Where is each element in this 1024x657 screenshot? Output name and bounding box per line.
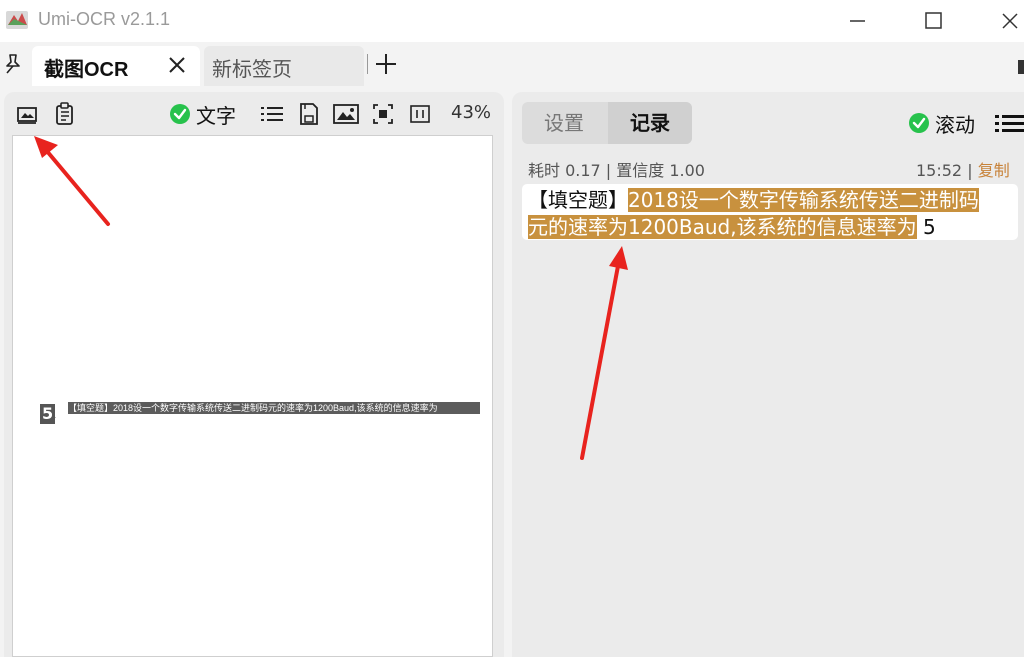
zoom-level: 43% bbox=[451, 102, 492, 123]
ocr-highlight-1: 2018设一个数字传输系统传送二进制码 bbox=[628, 188, 979, 212]
preview-digit: 5 bbox=[40, 404, 56, 424]
check-icon bbox=[170, 104, 190, 124]
preview-text-line: 【填空题】2018设一个数字传输系统传送二进制码元的速率为1200Baud,该系… bbox=[68, 402, 480, 414]
record-time: 15:52 bbox=[916, 161, 963, 180]
copy-link[interactable]: 复制 bbox=[978, 161, 1010, 180]
fit-screen-icon[interactable] bbox=[371, 101, 395, 127]
image-preview-canvas[interactable] bbox=[12, 135, 493, 657]
window-title: Umi-OCR v2.1.1 bbox=[38, 9, 171, 29]
preview-digit-mark: · bbox=[54, 414, 57, 422]
image-icon[interactable] bbox=[332, 101, 360, 127]
ocr-result-line-1: 【填空题】2018设一个数字传输系统传送二进制码 bbox=[528, 187, 979, 213]
ocr-result-line-2: 元的速率为1200Baud,该系统的信息速率为 5 bbox=[528, 214, 936, 240]
auto-scroll-label: 滚动 bbox=[935, 112, 975, 137]
record-separator: | bbox=[967, 161, 973, 180]
record-stats: 耗时 0.17 | 置信度 1.00 bbox=[528, 161, 705, 180]
tab-screenshot-ocr-label: 截图OCR bbox=[44, 59, 129, 81]
check-icon bbox=[909, 113, 929, 133]
text-toggle-label: 文字 bbox=[196, 103, 236, 128]
pin-icon[interactable] bbox=[2, 52, 24, 76]
tab-new-label: 新标签页 bbox=[212, 57, 292, 81]
close-window-icon[interactable] bbox=[995, 6, 1024, 36]
tab-close-icon[interactable] bbox=[166, 54, 188, 76]
ocr-prefix: 【填空题】 bbox=[528, 188, 628, 212]
original-size-icon[interactable] bbox=[408, 101, 432, 127]
auto-scroll-toggle[interactable]: 滚动 bbox=[909, 110, 975, 137]
tab-settings[interactable]: 设置 bbox=[522, 102, 606, 144]
maximize-icon[interactable] bbox=[918, 6, 948, 36]
ocr-suffix: 5 bbox=[922, 215, 936, 239]
tab-records[interactable]: 记录 bbox=[608, 102, 692, 144]
tab-divider bbox=[367, 54, 368, 74]
ocr-highlight-2: 元的速率为1200Baud,该系统的信息速率为 bbox=[528, 215, 917, 239]
app-logo-icon bbox=[6, 11, 28, 29]
minimize-icon[interactable] bbox=[843, 6, 873, 36]
menu-icon[interactable] bbox=[995, 111, 1024, 137]
edge-scroll-marker bbox=[1018, 60, 1024, 74]
record-meta: 15:52 | 复制 bbox=[916, 157, 1010, 181]
save-icon[interactable] bbox=[297, 101, 321, 127]
text-toggle[interactable]: 文字 bbox=[170, 101, 236, 128]
screenshot-icon[interactable] bbox=[15, 101, 39, 127]
clipboard-icon[interactable] bbox=[52, 101, 78, 127]
add-tab-icon[interactable] bbox=[375, 52, 397, 76]
list-icon[interactable] bbox=[259, 101, 285, 127]
